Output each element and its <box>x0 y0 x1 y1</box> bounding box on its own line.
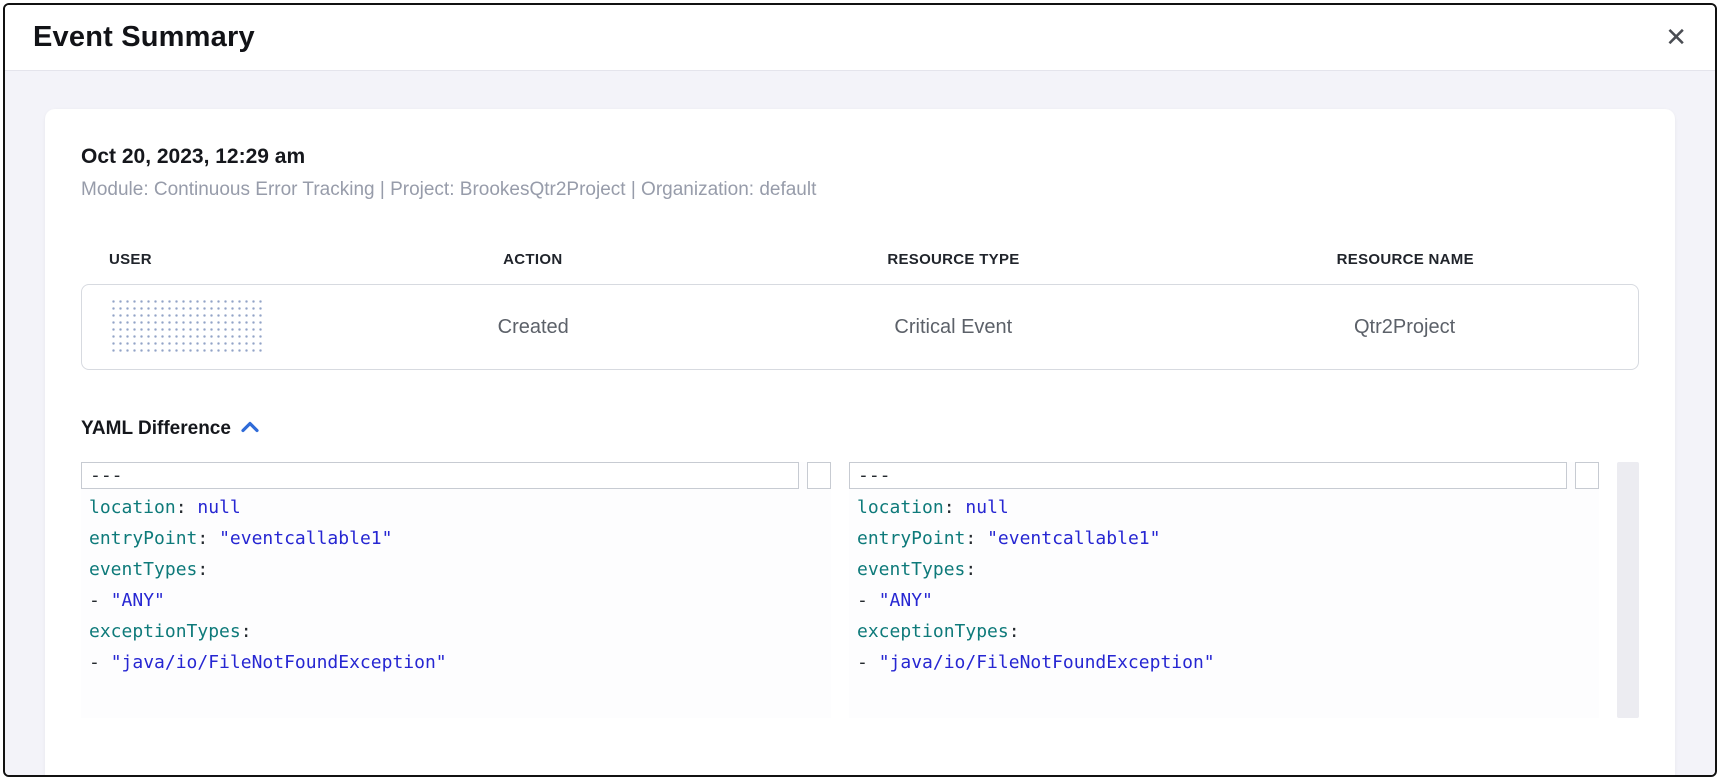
cell-action: Created <box>331 316 736 339</box>
yaml-diff-container: ---location: nullentryPoint: "eventcalla… <box>81 462 1639 718</box>
cell-resource-name: Qtr2Project <box>1171 316 1638 339</box>
cell-resource-type: Critical Event <box>736 316 1172 339</box>
code-line: entryPoint: "eventcallable1" <box>81 523 831 554</box>
code-line: --- <box>81 462 799 489</box>
code-line: --- <box>849 462 1567 489</box>
table-row: Created Critical Event Qtr2Project <box>81 284 1639 370</box>
left-panel-scrollbar-thumb[interactable] <box>807 462 831 489</box>
event-timestamp: Oct 20, 2023, 12:29 am <box>81 145 1639 169</box>
header-resource-type: RESOURCE TYPE <box>735 251 1171 268</box>
code-line: entryPoint: "eventcallable1" <box>849 523 1599 554</box>
code-line: location: null <box>81 492 831 523</box>
table-header-row: USER ACTION RESOURCE TYPE RESOURCE NAME <box>81 251 1639 268</box>
event-meta: Module: Continuous Error Tracking | Proj… <box>81 179 1639 201</box>
code-line: location: null <box>849 492 1599 523</box>
modal-title: Event Summary <box>33 21 255 54</box>
code-line: exceptionTypes: <box>849 616 1599 647</box>
event-summary-card: Oct 20, 2023, 12:29 am Module: Continuou… <box>45 109 1675 775</box>
user-redacted-pattern <box>110 298 266 356</box>
cell-user <box>82 298 331 356</box>
yaml-difference-toggle[interactable]: YAML Difference <box>81 418 259 440</box>
modal-header: Event Summary ✕ <box>5 5 1715 71</box>
yaml-panel-right[interactable]: --- location: nullentryPoint: "eventcalla… <box>849 462 1599 718</box>
right-panel-scrollbar-thumb[interactable] <box>1575 462 1599 489</box>
code-line: - "java/io/FileNotFoundException" <box>849 647 1599 678</box>
header-user: USER <box>81 251 330 268</box>
yaml-panel-left[interactable]: --- location: nullentryPoint: "eventcalla… <box>81 462 831 718</box>
close-icon[interactable]: ✕ <box>1665 25 1687 51</box>
code-line: eventTypes: <box>849 554 1599 585</box>
vertical-scrollbar-track[interactable] <box>1617 462 1639 718</box>
yaml-difference-label: YAML Difference <box>81 418 231 440</box>
header-resource-name: RESOURCE NAME <box>1172 251 1639 268</box>
code-line: - "ANY" <box>81 585 831 616</box>
header-action: ACTION <box>330 251 735 268</box>
code-line: - "java/io/FileNotFoundException" <box>81 647 831 678</box>
code-line: - "ANY" <box>849 585 1599 616</box>
event-summary-modal: Event Summary ✕ Oct 20, 2023, 12:29 am M… <box>3 3 1717 777</box>
modal-body: Oct 20, 2023, 12:29 am Module: Continuou… <box>5 71 1715 775</box>
chevron-up-icon[interactable] <box>241 420 259 438</box>
code-line: eventTypes: <box>81 554 831 585</box>
code-line: exceptionTypes: <box>81 616 831 647</box>
